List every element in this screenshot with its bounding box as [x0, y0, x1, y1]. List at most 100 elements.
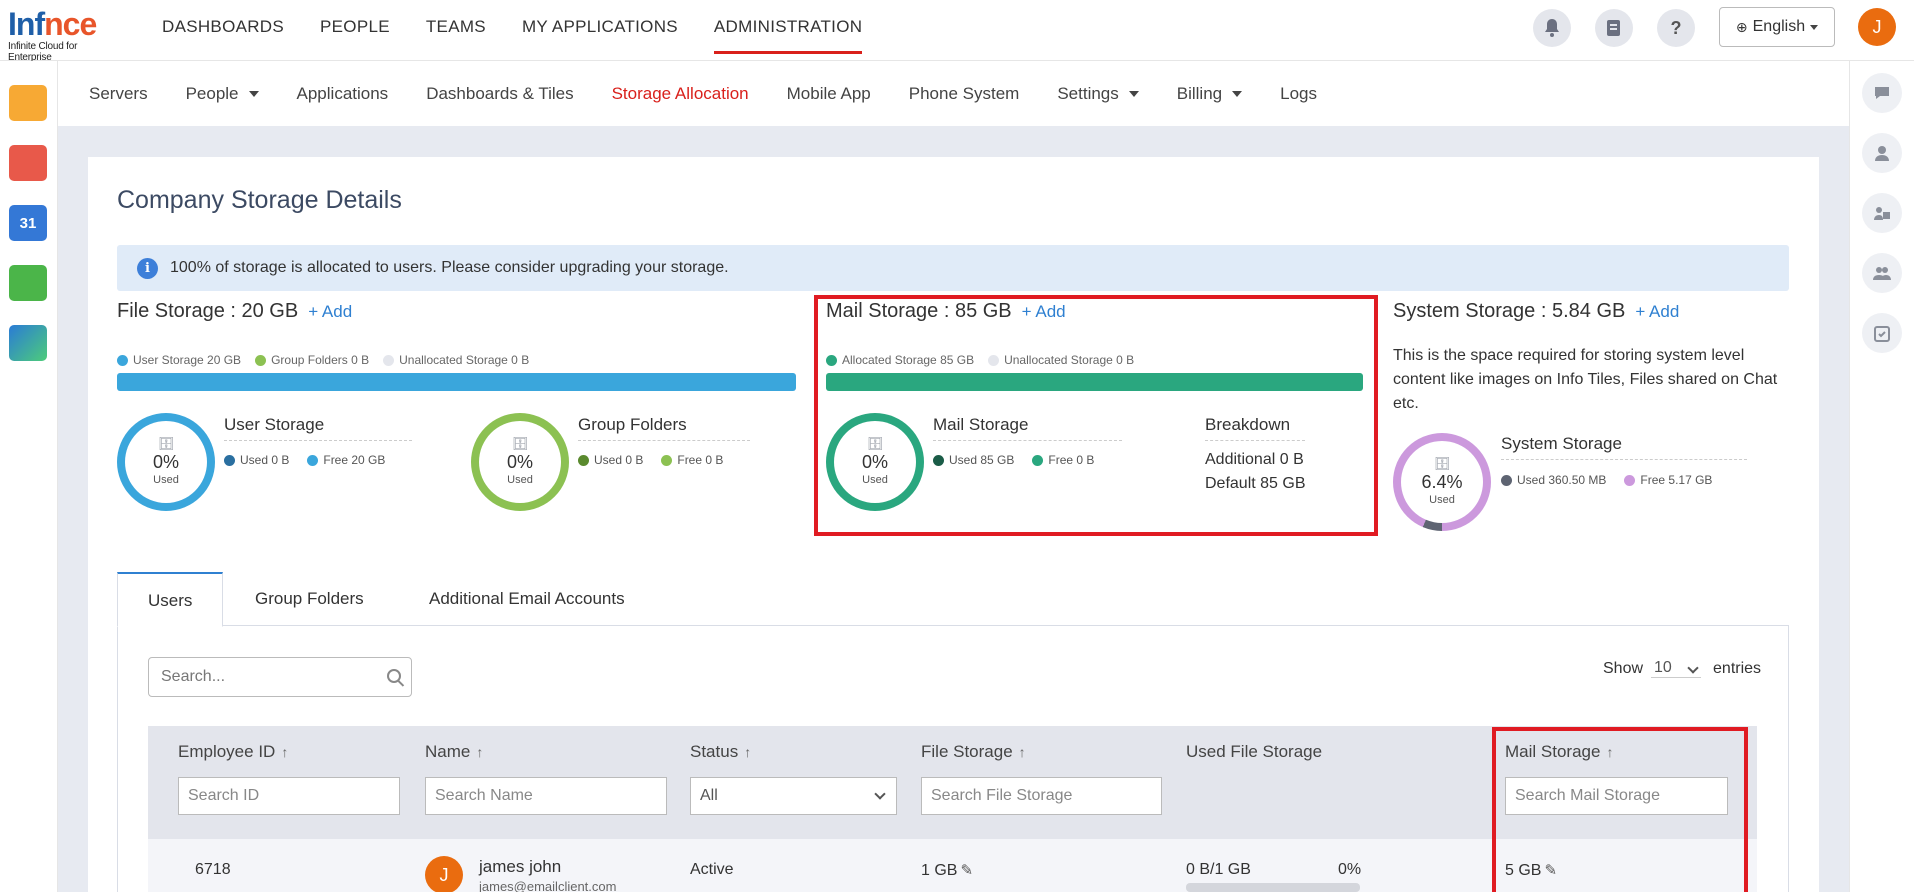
admin-subnav: Servers People Applications Dashboards &… [58, 61, 1849, 126]
server-icon: 🗄 [157, 436, 175, 451]
filter-employee-id[interactable]: Search ID [178, 777, 400, 815]
nav-teams[interactable]: TEAMS [426, 0, 486, 54]
cell-name[interactable]: james john [479, 857, 561, 877]
system-storage-add-link[interactable]: + Add [1635, 302, 1679, 321]
globe-icon: ⊕ [1735, 18, 1748, 35]
system-storage-title: System Storage : 5.84 GB + Add [1393, 300, 1680, 322]
used-storage-progress [1186, 883, 1360, 892]
help-icon[interactable]: ? [1657, 9, 1695, 47]
logo-tagline: Infinite Cloud for Enterprise [8, 41, 78, 63]
right-sidebar [1849, 61, 1914, 892]
tasks-app-icon[interactable] [9, 265, 47, 301]
cell-employee-id: 6718 [195, 861, 231, 878]
subnav-settings[interactable]: Settings [1057, 84, 1139, 104]
subnav-applications[interactable]: Applications [297, 84, 389, 104]
subnav-logs[interactable]: Logs [1280, 84, 1317, 104]
sort-icon: ↑ [281, 744, 289, 760]
group-folders-title: Group Folders [578, 415, 750, 441]
sort-icon: ↑ [744, 744, 752, 760]
nav-my-applications[interactable]: MY APPLICATIONS [522, 0, 678, 54]
mail-storage-column-highlight [1492, 727, 1748, 892]
team-icon[interactable] [1862, 253, 1902, 293]
main-nav: DASHBOARDS PEOPLE TEAMS MY APPLICATIONS … [162, 0, 898, 61]
mail-storage-title: Mail Storage : 85 GB + Add [826, 300, 1066, 322]
cell-status: Active [690, 861, 734, 878]
system-storage-description: This is the space required for storing s… [1393, 347, 1778, 412]
mail-storage-legend: Allocated Storage 85 GB Unallocated Stor… [826, 353, 1148, 367]
page-title: Company Storage Details [117, 186, 402, 214]
system-storage-donut: 🗄 6.4% Used [1393, 433, 1491, 531]
nav-people[interactable]: PEOPLE [320, 0, 390, 54]
table-search-input[interactable]: Search... [148, 657, 412, 697]
col-name[interactable]: Name ↑ [425, 742, 483, 762]
subnav-servers[interactable]: Servers [89, 84, 148, 104]
info-icon: i [137, 257, 158, 279]
col-status[interactable]: Status ↑ [690, 742, 751, 762]
cell-used-pct: 0% [1338, 861, 1362, 878]
mail-storage-bar [826, 373, 1363, 391]
server-icon: 🗄 [866, 436, 884, 451]
breakdown-additional: Additional 0 B [1205, 451, 1304, 468]
user-avatar[interactable]: J [1858, 8, 1896, 46]
notes-icon[interactable] [1595, 9, 1633, 47]
entries-select[interactable]: 10 [1651, 659, 1702, 678]
filter-name[interactable]: Search Name [425, 777, 667, 815]
col-file-storage[interactable]: File Storage ↑ [921, 742, 1026, 762]
breakdown-title: Breakdown [1205, 415, 1305, 441]
subnav-dashboards-tiles[interactable]: Dashboards & Tiles [426, 84, 573, 104]
filter-status[interactable]: All [690, 777, 897, 815]
caret-down-icon [248, 91, 259, 98]
mail-storage-add-link[interactable]: + Add [1022, 302, 1066, 321]
file-storage-title: File Storage : 20 GB + Add [117, 300, 353, 322]
file-storage-add-link[interactable]: + Add [308, 302, 352, 321]
top-navbar: Infnce Infinite Cloud for Enterprise DAS… [0, 0, 1914, 63]
nav-dashboards[interactable]: DASHBOARDS [162, 0, 284, 54]
files-app-icon[interactable] [9, 85, 47, 121]
group-folders-legend: Used 0 B Free 0 B [578, 453, 741, 467]
tab-group-folders[interactable]: Group Folders [225, 572, 394, 626]
subnav-mobile-app[interactable]: Mobile App [787, 84, 871, 104]
subnav-phone-system[interactable]: Phone System [909, 84, 1020, 104]
caret-down-icon [1232, 91, 1243, 98]
tab-users[interactable]: Users [117, 572, 224, 627]
breakdown-default: Default 85 GB [1205, 475, 1306, 492]
tab-additional-email-accounts[interactable]: Additional Email Accounts [399, 572, 655, 626]
mail-app-icon[interactable] [9, 145, 47, 181]
user-storage-legend: Used 0 B Free 20 GB [224, 453, 403, 467]
subnav-billing[interactable]: Billing [1177, 84, 1243, 104]
user-storage-donut: 🗄 0% Used [117, 413, 215, 511]
company-logo[interactable]: Infnce Infinite Cloud for Enterprise [8, 8, 123, 63]
row-avatar: J [425, 856, 463, 892]
sort-icon: ↑ [476, 744, 484, 760]
system-storage-subtitle: System Storage [1501, 434, 1747, 460]
cell-email: james@emailclient.com [479, 879, 617, 892]
calendar-check-icon[interactable] [1862, 313, 1902, 353]
user-storage-title: User Storage [224, 415, 412, 441]
group-folders-donut: 🗄 0% Used [471, 413, 569, 511]
server-icon: 🗄 [1433, 456, 1451, 471]
server-icon: 🗄 [511, 436, 529, 451]
photos-app-icon[interactable] [9, 325, 47, 361]
mail-storage-donut-legend: Used 85 GB Free 0 B [933, 453, 1112, 467]
meeting-icon[interactable] [1862, 193, 1902, 233]
subnav-people[interactable]: People [186, 84, 259, 104]
chevron-down-icon [1810, 24, 1819, 30]
entries-selector: Show 10 entries [1603, 659, 1762, 678]
nav-administration[interactable]: ADMINISTRATION [713, 0, 863, 54]
filter-file-storage[interactable]: Search File Storage [921, 777, 1162, 815]
subnav-storage-allocation[interactable]: Storage Allocation [612, 84, 749, 104]
search-icon [387, 669, 401, 683]
file-storage-legend: User Storage 20 GB Group Folders 0 B Una… [117, 353, 543, 367]
app-sidebar: 31 [0, 61, 58, 892]
bell-icon[interactable] [1533, 9, 1571, 47]
col-used-file-storage: Used File Storage [1186, 742, 1323, 761]
contact-icon[interactable] [1862, 133, 1902, 173]
cell-used-file-storage: 0 B/1 GB [1186, 861, 1251, 878]
chat-icon[interactable] [1862, 73, 1902, 113]
file-storage-bar [117, 373, 796, 391]
language-selector[interactable]: ⊕ English [1719, 7, 1835, 47]
caret-down-icon [1128, 91, 1139, 98]
edit-icon[interactable]: ✎ [960, 861, 973, 879]
calendar-app-icon[interactable]: 31 [9, 205, 47, 241]
col-employee-id[interactable]: Employee ID ↑ [178, 742, 288, 762]
